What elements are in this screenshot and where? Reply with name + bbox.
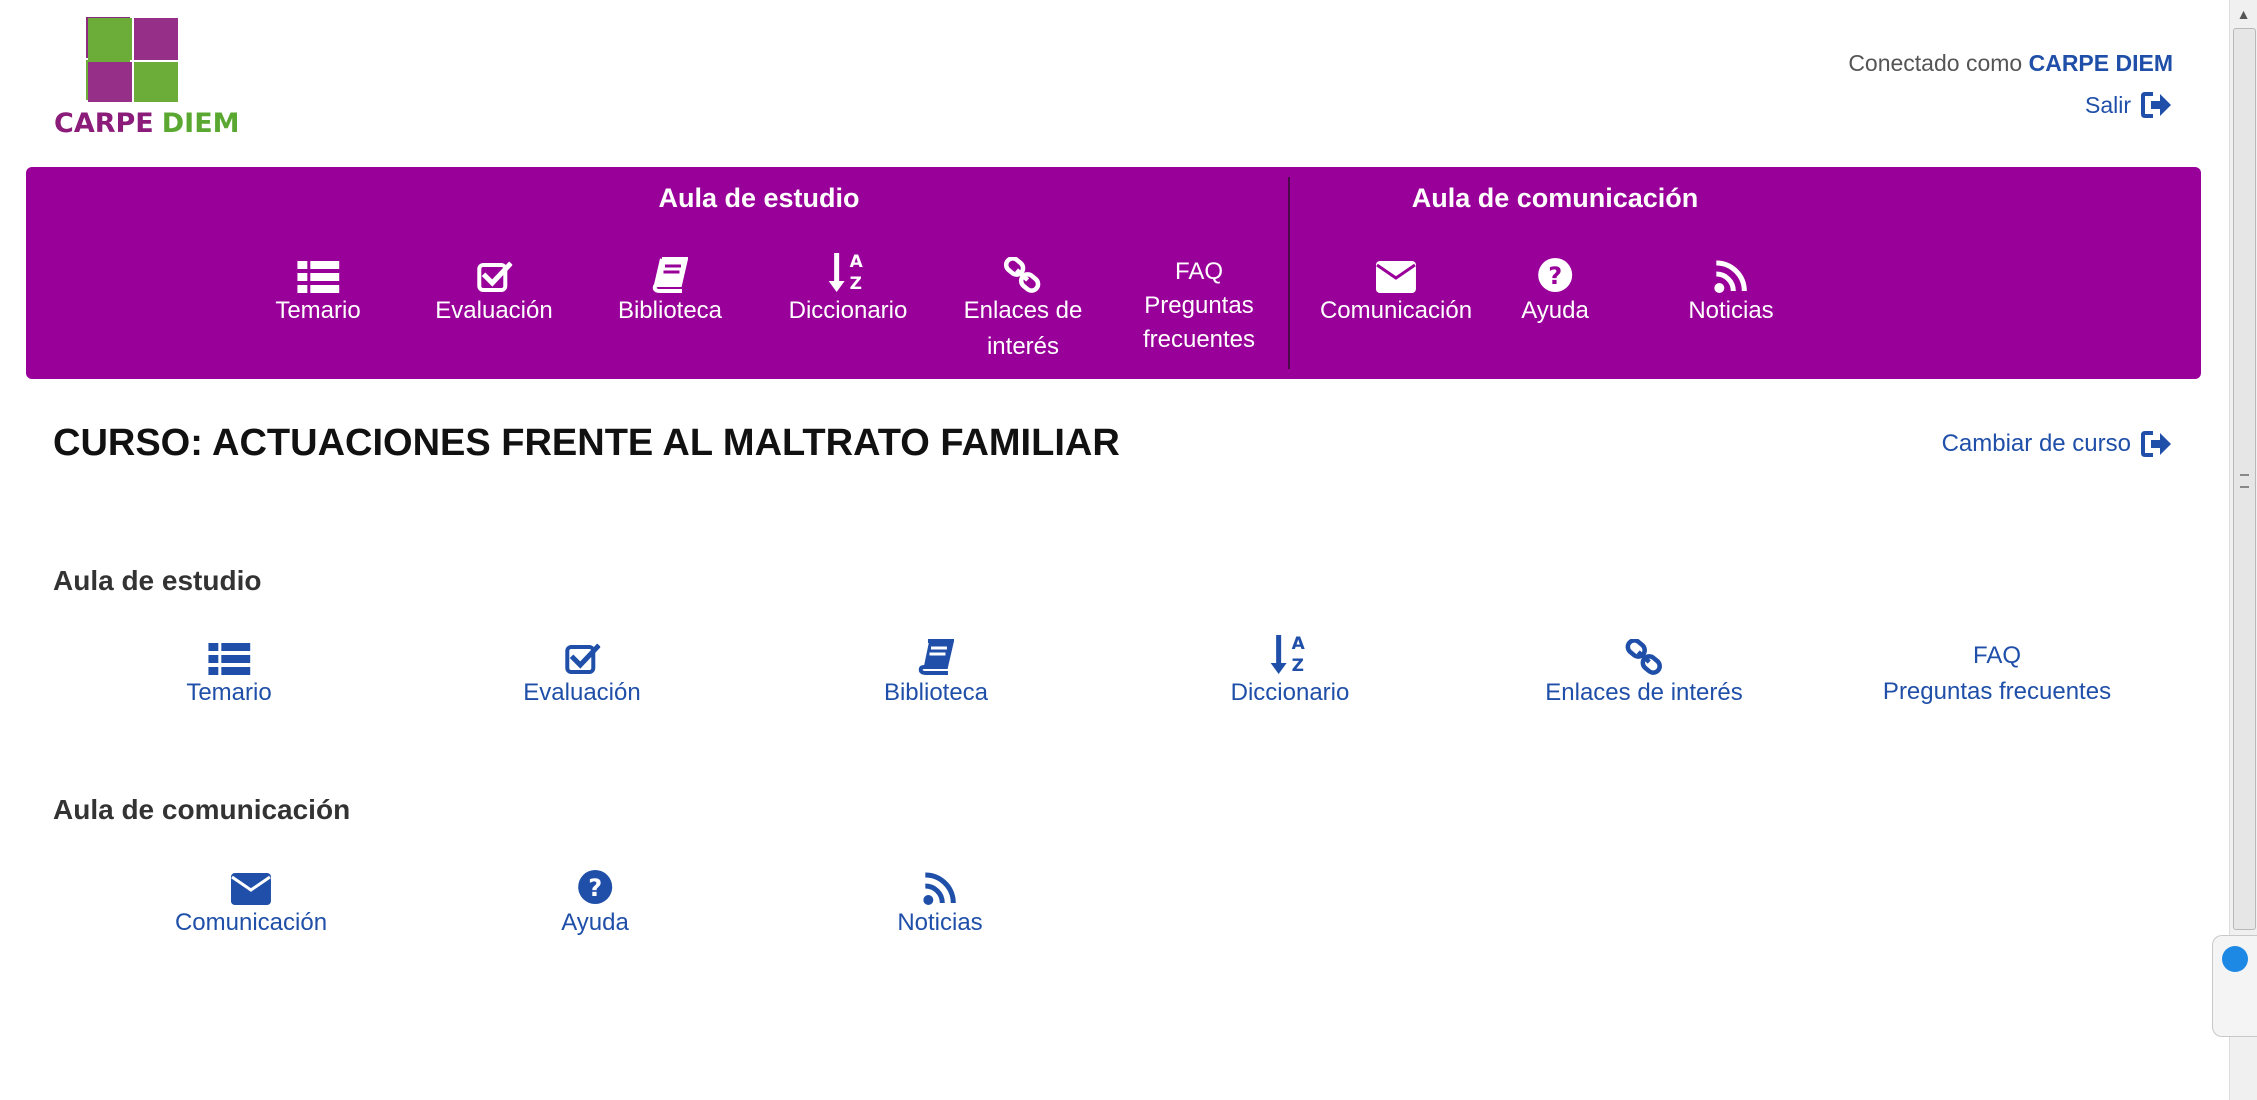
nav-item-label: Biblioteca xyxy=(617,297,723,324)
nav-item-temario[interactable]: Temario xyxy=(275,253,361,329)
sort-alpha-icon: A Z xyxy=(1271,634,1306,675)
section-title-study: Aula de estudio xyxy=(53,565,262,596)
username[interactable]: CARPE DIEM xyxy=(2029,50,2173,76)
question-circle-icon: ? xyxy=(1538,258,1572,292)
logo[interactable]: CARPE DIEM xyxy=(52,16,240,142)
list-icon xyxy=(296,261,339,293)
nav-item-diccionario[interactable]: A Z Diccionario xyxy=(788,252,908,329)
nav-divider xyxy=(1288,177,1290,369)
nav-item-evaluacion[interactable]: Evaluación xyxy=(435,253,553,329)
faq-label-3: frecuentes xyxy=(1142,326,1256,353)
nav-item-ayuda[interactable]: ? Ayuda xyxy=(1521,253,1589,329)
study-item-label: Temario xyxy=(186,679,272,706)
top-nav: Aula de estudio Aula de comunicación Tem… xyxy=(26,167,2201,379)
nav-item-label: Noticias xyxy=(1688,297,1774,324)
comm-item-label: Noticias xyxy=(897,909,983,936)
nav-section-communication: Aula de comunicación xyxy=(1411,183,1699,213)
link-icon xyxy=(1625,639,1662,675)
change-course-label: Cambiar de curso xyxy=(1941,430,2131,457)
study-item-evaluacion[interactable]: Evaluación xyxy=(523,635,641,711)
nav-section-study: Aula de estudio xyxy=(658,183,860,213)
svg-text:?: ? xyxy=(1548,262,1562,290)
remote-support-widget[interactable] xyxy=(2212,935,2257,1037)
sign-out-icon xyxy=(2141,92,2171,118)
svg-text:Z: Z xyxy=(1292,656,1304,675)
study-item-diccionario[interactable]: A Z Diccionario xyxy=(1230,634,1350,711)
change-course-link[interactable]: Cambiar de curso xyxy=(1942,430,2173,458)
scroll-up-arrow-icon[interactable]: ▲ xyxy=(2230,2,2257,26)
study-item-temario[interactable]: Temario xyxy=(186,635,272,711)
svg-text:A: A xyxy=(850,252,864,272)
rss-icon xyxy=(922,872,956,905)
scroll-thumb[interactable] xyxy=(2233,28,2256,930)
logo-text: CARPE DIEM xyxy=(54,108,240,139)
study-item-label: Biblioteca xyxy=(883,679,989,706)
logout-label: Salir xyxy=(2084,91,2131,118)
connected-as: Conectado como CARPE DIEM xyxy=(1848,50,2173,77)
comm-item-label: Comunicación xyxy=(174,909,328,936)
nav-item-label: Comunicación xyxy=(1319,297,1473,324)
comm-item-comunicacion[interactable]: Comunicación xyxy=(175,865,327,941)
check-square-icon xyxy=(476,261,512,292)
nav-item-enlaces[interactable]: Enlaces de interés xyxy=(963,253,1083,365)
comm-item-ayuda[interactable]: ? Ayuda xyxy=(561,865,629,941)
sign-out-icon xyxy=(2141,431,2171,457)
nav-item-label: Ayuda xyxy=(1521,297,1589,324)
nav-item-label: Temario xyxy=(275,297,361,324)
nav-item-biblioteca[interactable]: Biblioteca xyxy=(618,253,722,329)
nav-item-comunicacion[interactable]: Comunicación xyxy=(1320,253,1472,329)
faq-label: FAQ xyxy=(1972,642,2022,669)
study-item-enlaces[interactable]: Enlaces de interés xyxy=(1545,635,1743,711)
study-item-label: Evaluación xyxy=(523,679,641,706)
nav-item-noticias[interactable]: Noticias xyxy=(1688,253,1774,329)
nav-item-label-2: interés xyxy=(986,333,1060,360)
comm-item-label: Ayuda xyxy=(561,909,629,936)
envelope-icon xyxy=(1375,261,1416,293)
teamviewer-icon xyxy=(2222,946,2248,972)
svg-text:?: ? xyxy=(588,874,602,902)
rss-icon xyxy=(1713,260,1747,293)
svg-text:Z: Z xyxy=(850,274,862,293)
study-item-biblioteca[interactable]: Biblioteca xyxy=(884,635,988,711)
logout-link[interactable]: Salir xyxy=(1848,91,2173,119)
comm-item-noticias[interactable]: Noticias xyxy=(897,865,983,941)
list-icon xyxy=(207,643,250,675)
nav-item-label: Diccionario xyxy=(788,297,908,324)
logo-mark xyxy=(88,18,178,102)
course-title: CURSO: ACTUACIONES FRENTE AL MALTRATO FA… xyxy=(53,422,1120,464)
grip-icon xyxy=(2240,474,2249,488)
study-item-label: Enlaces de interés xyxy=(1545,679,1743,706)
question-circle-icon: ? xyxy=(578,870,612,904)
check-square-icon xyxy=(564,643,600,674)
study-item-label: Diccionario xyxy=(1230,679,1350,706)
svg-text:A: A xyxy=(1292,634,1306,654)
nav-item-label: Evaluación xyxy=(435,297,553,324)
nav-item-label: Enlaces de xyxy=(963,297,1083,324)
envelope-icon xyxy=(230,873,271,905)
connected-prefix: Conectado como xyxy=(1848,50,2023,76)
link-icon xyxy=(1004,257,1041,293)
user-area: Conectado como CARPE DIEM Salir xyxy=(1848,50,2173,119)
faq-label-2: Preguntas frecuentes xyxy=(1882,678,2112,705)
logo-word-carpe: CARPE xyxy=(54,108,154,139)
book-icon xyxy=(652,257,688,293)
sort-alpha-icon: A Z xyxy=(829,252,864,293)
faq-label: FAQ xyxy=(1174,258,1224,285)
study-item-faq[interactable]: FAQ Preguntas frecuentes xyxy=(1883,638,2111,710)
book-icon xyxy=(918,639,954,675)
faq-label-2: Preguntas xyxy=(1144,292,1254,319)
nav-item-faq[interactable]: FAQ Preguntas frecuentes xyxy=(1143,255,1255,357)
section-title-communication: Aula de comunicación xyxy=(53,794,351,825)
logo-word-diem: DIEM xyxy=(161,108,240,139)
